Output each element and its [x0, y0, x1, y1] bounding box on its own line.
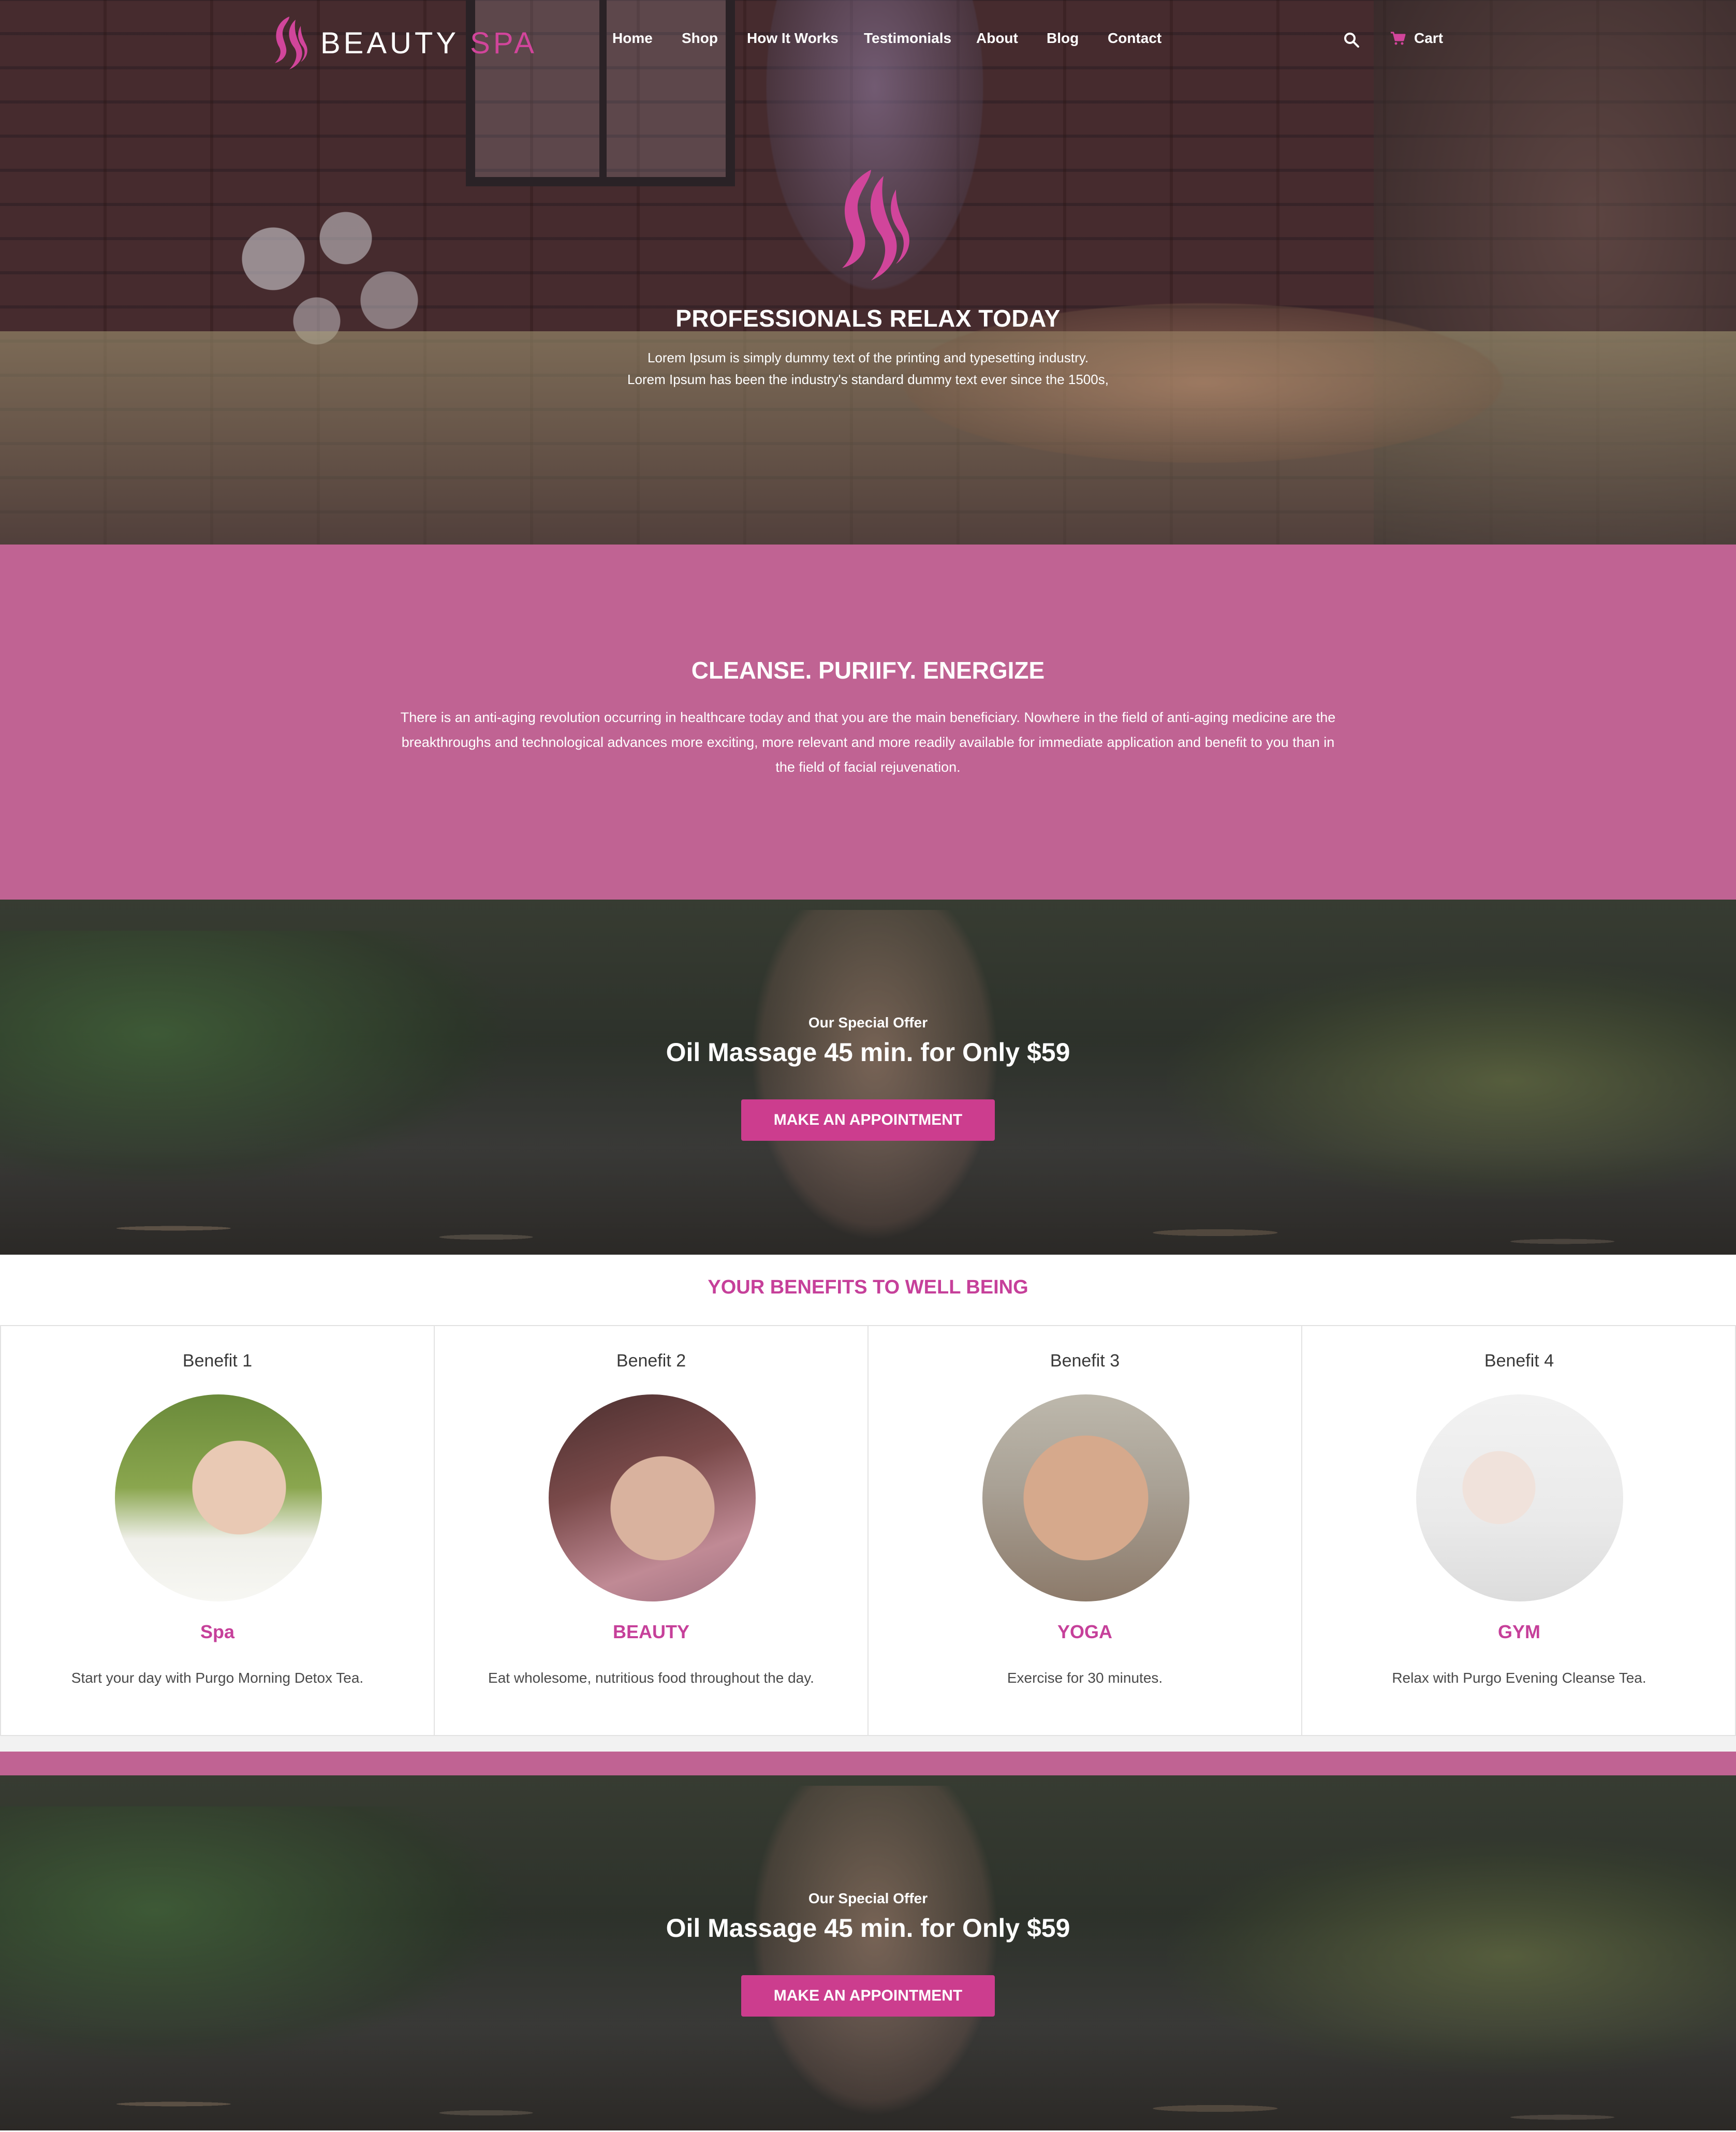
benefit-description: Relax with Purgo Evening Cleanse Tea.	[1392, 1670, 1646, 1686]
benefit-name: Spa	[200, 1621, 235, 1642]
offer-rocks	[0, 2042, 1736, 2130]
nav-blog[interactable]: Blog	[1047, 30, 1079, 47]
offer-foliage	[1167, 962, 1736, 1200]
nav-how-it-works[interactable]: How It Works	[747, 30, 838, 47]
offer-kicker: Our Special Offer	[808, 1890, 928, 1906]
nav-contact[interactable]: Contact	[1108, 30, 1161, 47]
benefit-description: Start your day with Purgo Morning Detox …	[71, 1670, 364, 1686]
benefit-heading: Benefit 4	[1484, 1351, 1554, 1371]
offer-rocks	[0, 1167, 1736, 1255]
benefit-photo-yoga	[982, 1394, 1189, 1601]
intro-title: CLEANSE. PURIIFY. ENERGIZE	[691, 657, 1045, 684]
benefit-card: Benefit 1 Spa Start your day with Purgo …	[1, 1326, 435, 1735]
hero-subtitle: Lorem Ipsum is simply dummy text of the …	[0, 347, 1736, 390]
benefit-description: Exercise for 30 minutes.	[1007, 1670, 1163, 1686]
brand-name-part2: SPA	[470, 26, 537, 60]
brand-logo[interactable]: BEAUTY SPA	[267, 14, 537, 71]
brand-name: BEAUTY SPA	[320, 26, 537, 61]
intro-text: There is an anti-aging revolution occurr…	[400, 710, 1336, 775]
offer-title: Oil Massage 45 min. for Only $59	[666, 1914, 1070, 1943]
top-navigation: BEAUTY SPA Home Shop How It Works Testim…	[0, 0, 1736, 83]
offer-kicker: Our Special Offer	[808, 1014, 928, 1031]
benefit-card: Benefit 2 BEAUTY Eat wholesome, nutritio…	[435, 1326, 869, 1735]
make-appointment-button[interactable]: MAKE AN APPOINTMENT	[741, 1975, 995, 2017]
benefit-heading: Benefit 2	[616, 1351, 686, 1371]
special-offer-section: Our Special Offer Oil Massage 45 min. fo…	[0, 900, 1736, 1255]
cart-icon	[1391, 32, 1406, 45]
make-appointment-button[interactable]: MAKE AN APPOINTMENT	[741, 1099, 995, 1141]
benefit-heading: Benefit 3	[1050, 1351, 1120, 1371]
offer-foliage	[1167, 1837, 1736, 2076]
woman-profile-logo-icon	[275, 17, 307, 69]
benefit-photo-gym	[1416, 1394, 1623, 1601]
benefit-card: Benefit 4 GYM Relax with Purgo Evening C…	[1302, 1326, 1736, 1735]
nav-testimonials[interactable]: Testimonials	[864, 30, 951, 47]
woman-profile-emblem-icon	[842, 170, 909, 281]
benefit-photo-beauty	[549, 1394, 756, 1601]
benefits-title: YOUR BENEFITS TO WELL BEING	[708, 1276, 1028, 1298]
benefit-heading: Benefit 1	[182, 1351, 253, 1371]
hero-subtitle-line1: Lorem Ipsum is simply dummy text of the …	[647, 350, 1089, 365]
benefits-grid: Benefit 1 Spa Start your day with Purgo …	[0, 1325, 1736, 1736]
hero-section: BEAUTY SPA Home Shop How It Works Testim…	[0, 0, 1736, 545]
search-icon[interactable]	[1344, 32, 1359, 48]
nav-about[interactable]: About	[976, 30, 1018, 47]
benefit-name: BEAUTY	[612, 1621, 689, 1642]
offer-title: Oil Massage 45 min. for Only $59	[666, 1038, 1070, 1067]
benefit-name: YOGA	[1057, 1621, 1112, 1642]
cart-label: Cart	[1414, 30, 1444, 46]
section-divider	[0, 1736, 1736, 1752]
brand-name-part1: BEAUTY	[320, 26, 459, 60]
nav-home[interactable]: Home	[612, 30, 653, 47]
benefit-card: Benefit 3 YOGA Exercise for 30 minutes.	[869, 1326, 1302, 1735]
cart-button[interactable]: Cart	[1390, 30, 1443, 47]
hero-title: PROFESSIONALS RELAX TODAY	[675, 305, 1061, 332]
nav-shop[interactable]: Shop	[682, 30, 718, 47]
hero-subtitle-line2: Lorem Ipsum has been the industry's stan…	[627, 372, 1109, 387]
benefit-photo-spa	[115, 1394, 322, 1601]
benefit-name: GYM	[1497, 1621, 1540, 1642]
pink-divider	[0, 1752, 1736, 1775]
benefit-description: Eat wholesome, nutritious food throughou…	[488, 1670, 814, 1686]
special-offer-section: Our Special Offer Oil Massage 45 min. fo…	[0, 1775, 1736, 2130]
